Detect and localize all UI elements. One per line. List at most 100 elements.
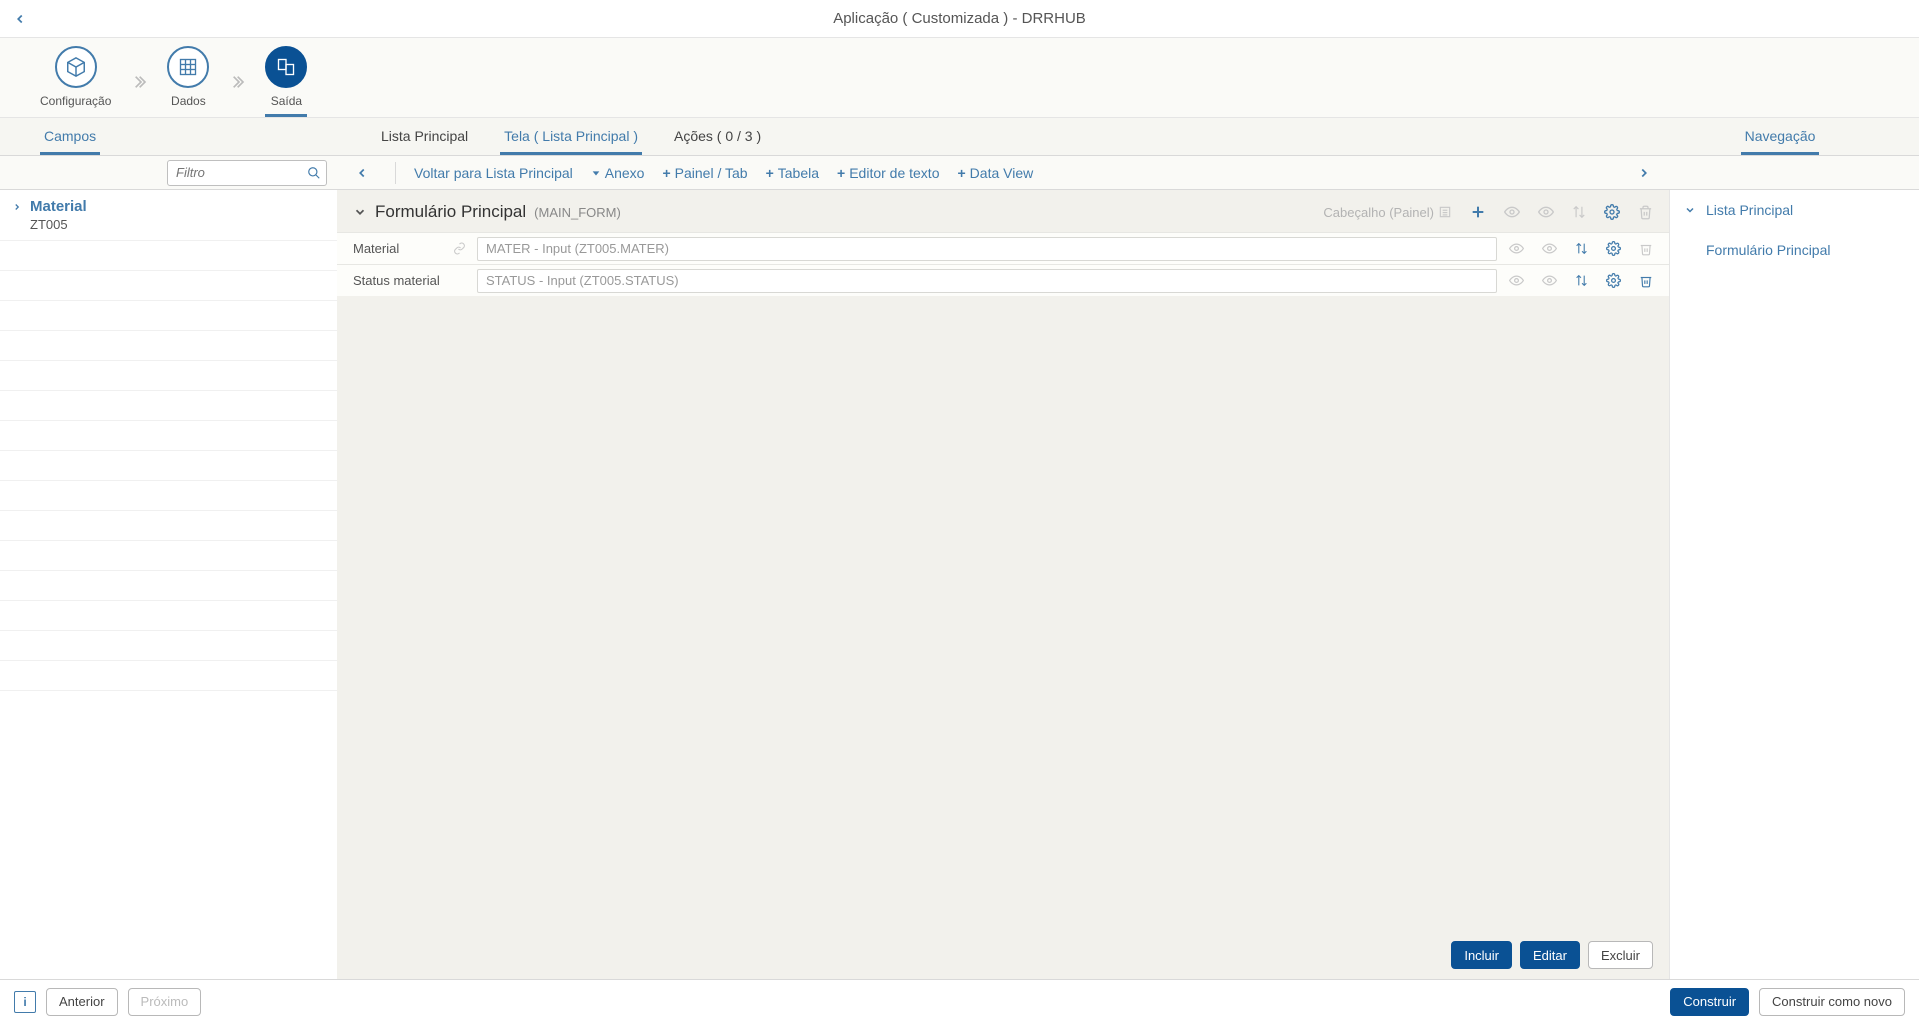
form-title: Formulário Principal <box>375 202 526 222</box>
toolbar-anexo[interactable]: Anexo <box>591 165 645 181</box>
field-label: Status material <box>353 273 453 288</box>
settings-button[interactable] <box>1606 273 1621 288</box>
toolbar-back[interactable] <box>347 166 377 180</box>
sort-button[interactable] <box>1575 242 1588 255</box>
settings-button[interactable] <box>1606 241 1621 256</box>
field-input-material[interactable] <box>477 237 1497 261</box>
field-row-material[interactable]: Material <box>337 232 1669 264</box>
back-button[interactable] <box>0 0 40 38</box>
tab-tela[interactable]: Tela ( Lista Principal ) <box>500 118 642 155</box>
tab-navegacao[interactable]: Navegação <box>1741 118 1820 155</box>
incluir-button[interactable]: Incluir <box>1451 941 1512 969</box>
chevron-down-icon <box>353 205 367 219</box>
chevron-right-icon <box>223 74 251 90</box>
tree-pad <box>0 541 337 571</box>
add-button[interactable] <box>1470 204 1486 220</box>
tab-lista-principal[interactable]: Lista Principal <box>377 118 472 155</box>
delete-button[interactable] <box>1639 242 1653 256</box>
step-configuracao[interactable]: Configuração <box>40 46 111 117</box>
tree-pad <box>0 301 337 331</box>
proximo-button[interactable]: Próximo <box>128 988 202 1016</box>
construir-button[interactable]: Construir <box>1670 988 1749 1016</box>
delete-button[interactable] <box>1639 274 1653 288</box>
plus-icon: + <box>837 165 845 181</box>
sort-button[interactable] <box>1572 205 1586 219</box>
tabs-row: Campos Lista Principal Tela ( Lista Prin… <box>0 118 1919 156</box>
visibility-button-1[interactable] <box>1509 241 1524 256</box>
tree-pad <box>0 391 337 421</box>
toolbar-painel[interactable]: + Painel / Tab <box>662 165 747 181</box>
tree-pad <box>0 451 337 481</box>
tree-pad <box>0 361 337 391</box>
tab-campos[interactable]: Campos <box>40 118 100 155</box>
visibility-button-2[interactable] <box>1538 204 1554 220</box>
caret-down-icon <box>591 168 601 178</box>
eye-icon <box>1542 241 1557 256</box>
sidebar-left: Material ZT005 <box>0 190 337 979</box>
toolbar-forward[interactable] <box>1629 166 1659 180</box>
trash-icon <box>1639 274 1653 288</box>
step-label: Configuração <box>40 94 111 108</box>
trash-icon <box>1638 205 1653 220</box>
chevron-right-icon <box>12 202 22 212</box>
sidebar-right: Lista Principal Formulário Principal <box>1669 190 1919 979</box>
visibility-button-1[interactable] <box>1504 204 1520 220</box>
chevron-left-icon <box>13 12 27 26</box>
tab-acoes[interactable]: Ações ( 0 / 3 ) <box>670 118 765 155</box>
sort-button[interactable] <box>1575 274 1588 287</box>
field-input-status[interactable] <box>477 269 1497 293</box>
collapse-toggle[interactable] <box>353 205 367 219</box>
anterior-button[interactable]: Anterior <box>46 988 118 1016</box>
toolbar-dataview[interactable]: + Data View <box>957 165 1033 181</box>
nav-lista-principal[interactable]: Lista Principal <box>1670 190 1919 230</box>
step-label: Dados <box>171 94 206 108</box>
toolbar-anexo-label: Anexo <box>605 165 645 181</box>
header-panel-label: Cabeçalho (Painel) <box>1323 205 1452 220</box>
link-icon <box>453 242 477 255</box>
trash-icon <box>1639 242 1653 256</box>
eye-icon <box>1538 204 1554 220</box>
toolbar-row: Voltar para Lista Principal Anexo + Pain… <box>0 156 1919 190</box>
step-saida[interactable]: Saída <box>265 46 307 117</box>
gear-icon <box>1606 241 1621 256</box>
chevron-left-icon <box>355 166 369 180</box>
tree-pad <box>0 631 337 661</box>
visibility-button-2[interactable] <box>1542 273 1557 288</box>
construir-novo-button[interactable]: Construir como novo <box>1759 988 1905 1016</box>
info-button[interactable]: i <box>14 991 36 1013</box>
tree-pad <box>0 511 337 541</box>
list-icon <box>1438 205 1452 219</box>
separator <box>395 162 396 184</box>
cube-icon <box>65 56 87 78</box>
tree-item-material[interactable]: Material ZT005 <box>0 190 337 241</box>
grid-icon <box>178 57 198 77</box>
eye-icon <box>1504 204 1520 220</box>
visibility-button-2[interactable] <box>1542 241 1557 256</box>
field-row-status[interactable]: Status material <box>337 264 1669 296</box>
center-panel: Formulário Principal (MAIN_FORM) Cabeçal… <box>337 190 1669 979</box>
step-nav: Configuração Dados Saída <box>0 38 1919 118</box>
tree-pad <box>0 661 337 691</box>
form-footer-buttons: Incluir Editar Excluir <box>337 931 1669 979</box>
visibility-button-1[interactable] <box>1509 273 1524 288</box>
toolbar-editor[interactable]: + Editor de texto <box>837 165 939 181</box>
tree-pad <box>0 571 337 601</box>
chevron-right-icon <box>1637 166 1651 180</box>
nav-formulario[interactable]: Formulário Principal <box>1670 230 1919 270</box>
toolbar-tabela[interactable]: + Tabela <box>766 165 819 181</box>
editar-button[interactable]: Editar <box>1520 941 1580 969</box>
tree-pad <box>0 271 337 301</box>
toolbar-dataview-label: Data View <box>970 165 1034 181</box>
form-header: Formulário Principal (MAIN_FORM) Cabeçal… <box>337 190 1669 232</box>
field-label: Material <box>353 241 453 256</box>
tree-pad <box>0 331 337 361</box>
tree-title: Material <box>30 198 87 215</box>
settings-button[interactable] <box>1604 204 1620 220</box>
toolbar-voltar[interactable]: Voltar para Lista Principal <box>414 165 573 181</box>
filter-input[interactable] <box>167 160 327 186</box>
tree-pad <box>0 241 337 271</box>
toolbar-editor-label: Editor de texto <box>849 165 939 181</box>
excluir-button[interactable]: Excluir <box>1588 941 1653 969</box>
delete-button[interactable] <box>1638 205 1653 220</box>
step-dados[interactable]: Dados <box>167 46 209 117</box>
